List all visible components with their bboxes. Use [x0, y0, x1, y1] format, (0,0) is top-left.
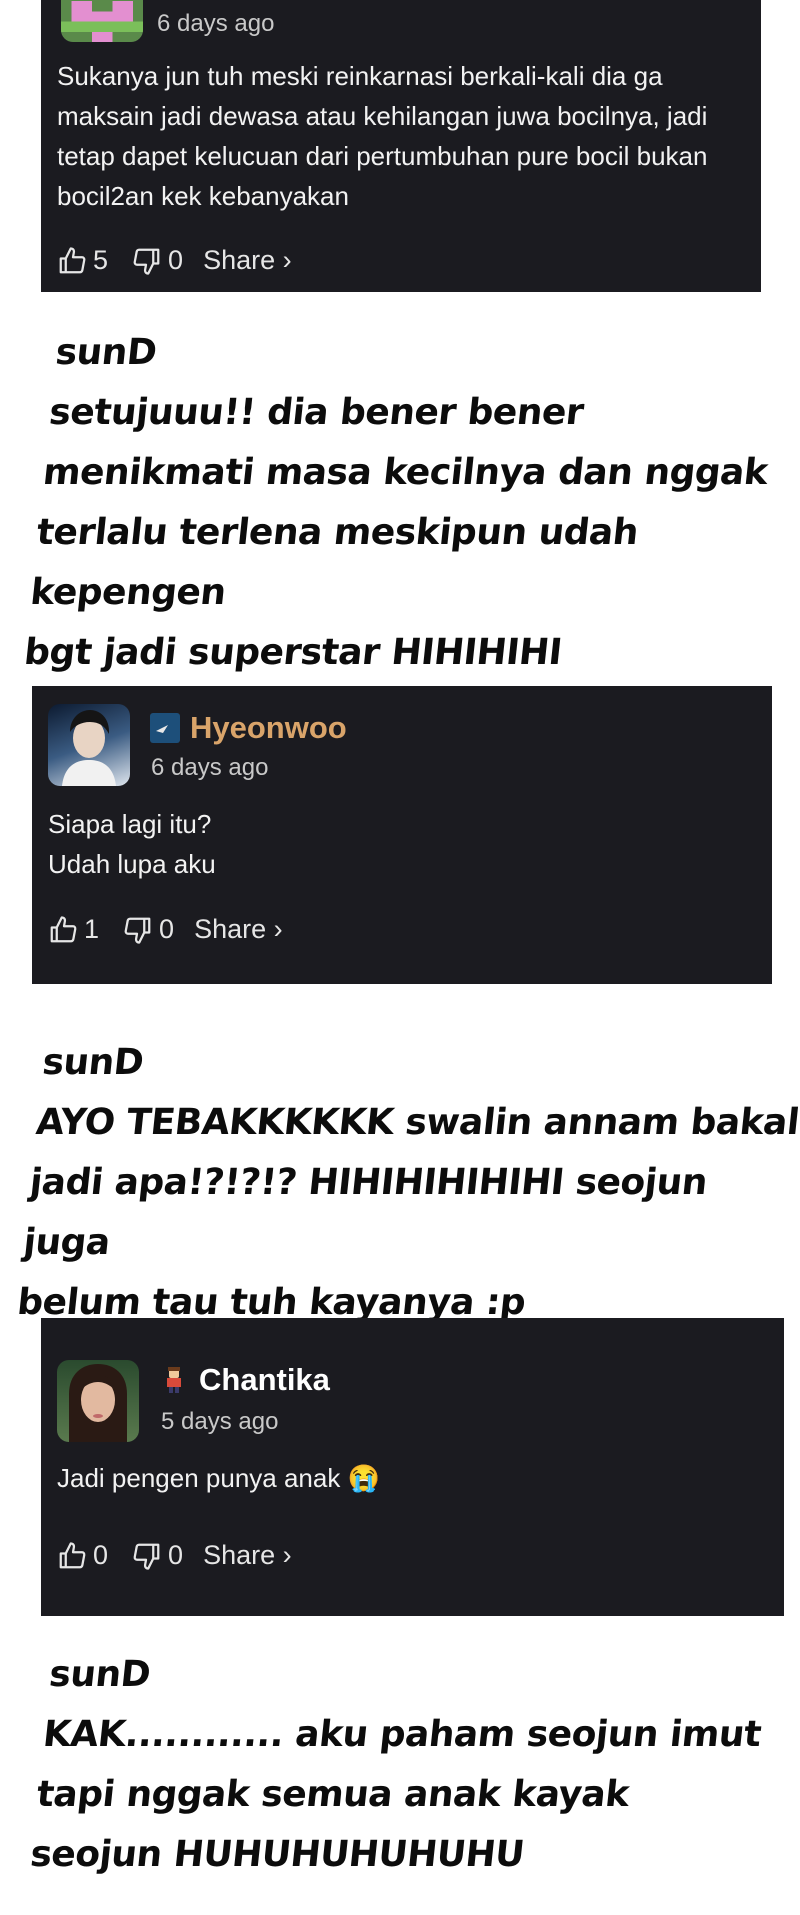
like-button[interactable]: 1: [48, 914, 99, 945]
like-button[interactable]: 0: [57, 1540, 108, 1571]
thumbs-down-icon: [124, 917, 151, 944]
reply-text: AYO TEBAKKKKKK swalin annam bakal jadi a…: [15, 1102, 800, 1323]
reply-text: KAK............ aku paham seojun imut ta…: [28, 1714, 763, 1875]
dislike-count: 0: [159, 914, 175, 944]
comment-card: Hyeonwoo 6 days ago Siapa lagi itu? Udah…: [32, 686, 772, 984]
avatar[interactable]: [57, 1360, 139, 1442]
comment-header: Hyeonwoo: [150, 710, 347, 746]
pixel-avatar-icon: [61, 0, 143, 42]
comment-text: Jadi pengen punya anak 😭: [57, 1463, 380, 1493]
comment-time: 5 days ago: [161, 1408, 279, 1435]
reply-block: sunD AYO TEBAKKKKKK swalin annam bakal j…: [14, 1033, 800, 1333]
share-label: Share ›: [194, 914, 283, 944]
like-button[interactable]: 5: [57, 245, 108, 276]
comment-actions: 5 0 Share ›: [57, 245, 292, 276]
comment-text: Siapa lagi itu? Udah lupa aku: [48, 809, 216, 879]
share-label: Share ›: [203, 1540, 292, 1570]
username[interactable]: Chantika: [199, 1362, 330, 1398]
comment-time: 6 days ago: [157, 10, 275, 37]
reply-block: sunD setujuuu!! dia bener bener menikmat…: [21, 323, 800, 683]
reply-author: sunD: [47, 1654, 153, 1695]
avatar[interactable]: [61, 0, 143, 42]
comment-actions: 0 0 Share ›: [57, 1540, 292, 1571]
profile-photo-icon: [62, 710, 116, 786]
like-count: 1: [84, 914, 100, 944]
comment-time: 6 days ago: [151, 754, 269, 781]
reply-author: sunD: [40, 1042, 146, 1083]
like-count: 5: [93, 245, 109, 275]
dislike-button[interactable]: 0: [132, 1540, 183, 1571]
comment-card: Chantika 5 days ago Jadi pengen punya an…: [41, 1318, 784, 1616]
avatar[interactable]: [48, 704, 130, 786]
thumbs-up-icon: [59, 1541, 86, 1568]
thumbs-down-icon: [133, 248, 160, 275]
username[interactable]: Hyeonwoo: [190, 710, 347, 746]
thumbs-down-icon: [133, 1543, 160, 1570]
reply-text: setujuuu!! dia bener bener menikmati mas…: [22, 392, 770, 673]
comment-card: 6 days ago Sukanya jun tuh meski reinkar…: [41, 0, 761, 292]
like-count: 0: [93, 1540, 109, 1570]
thumbs-up-icon: [59, 246, 86, 273]
dislike-button[interactable]: 0: [123, 914, 174, 945]
badge-icon: [150, 713, 180, 743]
comment-text: Sukanya jun tuh meski reinkarnasi berkal…: [57, 61, 708, 211]
thumbs-up-icon: [50, 915, 77, 942]
share-button[interactable]: Share ›: [203, 245, 292, 276]
profile-photo-icon: [69, 1364, 127, 1442]
dislike-count: 0: [168, 1540, 184, 1570]
reply-block: sunD KAK............ aku paham seojun im…: [27, 1645, 770, 1885]
dislike-count: 0: [168, 245, 184, 275]
character-badge-icon: [159, 1365, 189, 1395]
comment-header: Chantika: [159, 1362, 330, 1398]
share-button[interactable]: Share ›: [194, 914, 283, 945]
share-label: Share ›: [203, 245, 292, 275]
share-button[interactable]: Share ›: [203, 1540, 292, 1571]
comment-actions: 1 0 Share ›: [48, 914, 283, 945]
reply-author: sunD: [53, 332, 159, 373]
dislike-button[interactable]: 0: [132, 245, 183, 276]
